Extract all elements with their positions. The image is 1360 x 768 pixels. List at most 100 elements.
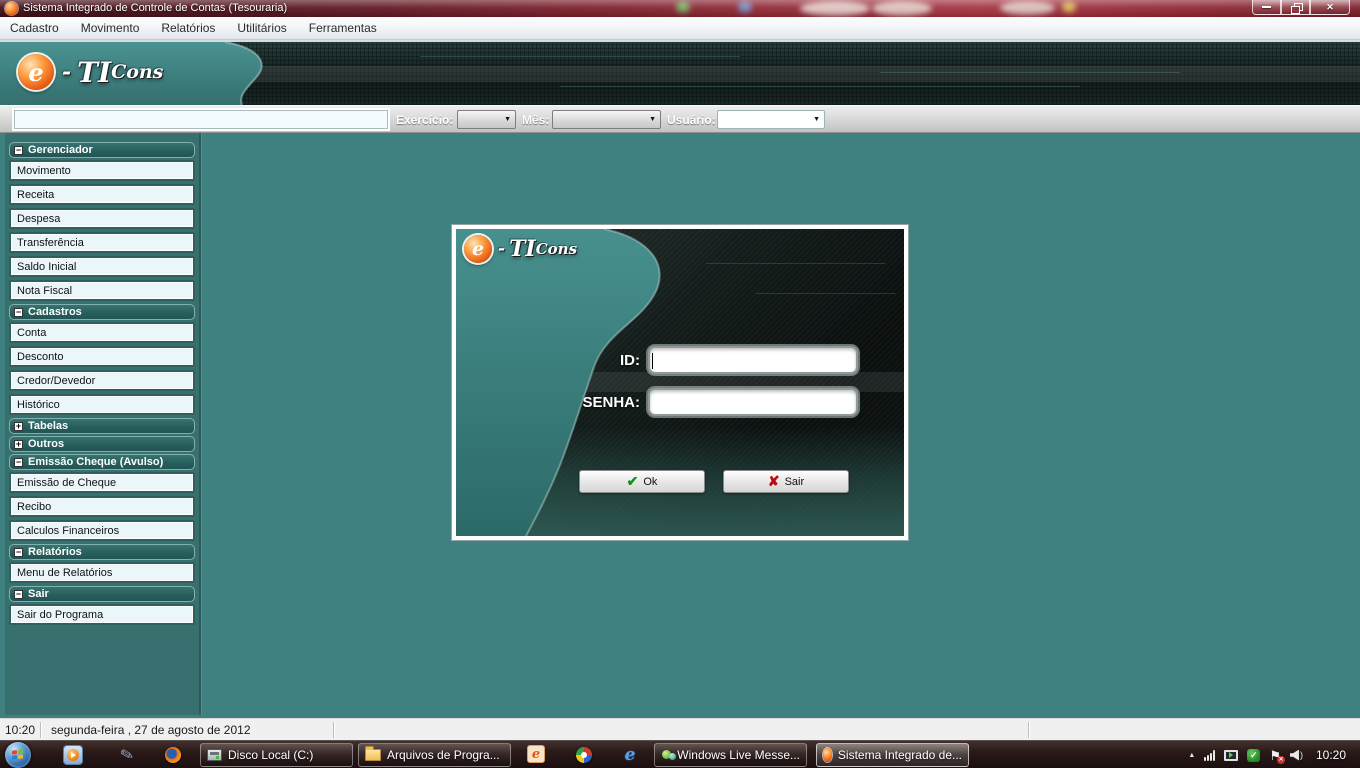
exercicio-select[interactable]: ▼	[457, 110, 516, 129]
sidebar-item-desconto[interactable]: Desconto	[9, 346, 195, 367]
collapse-icon[interactable]: −	[14, 590, 23, 599]
internet-explorer-icon[interactable]: e	[621, 746, 639, 764]
circuit-line	[420, 56, 740, 57]
firefox-icon[interactable]	[164, 746, 182, 764]
menu-movimento[interactable]: Movimento	[70, 17, 151, 39]
sidebar-item-transferencia[interactable]: Transferência	[9, 232, 195, 253]
sidebar-section-cadastros[interactable]: − Cadastros	[9, 304, 195, 320]
collapse-icon[interactable]: −	[14, 458, 23, 467]
sidebar-item-credor-devedor[interactable]: Credor/Devedor	[9, 370, 195, 391]
sidebar-section-tabelas[interactable]: + Tabelas	[9, 418, 195, 434]
logo-e-icon: e	[18, 54, 54, 90]
main-area: − Gerenciador Movimento Receita Despesa …	[0, 133, 1360, 718]
taskbar-button-disco-local[interactable]: Disco Local (C:)	[200, 743, 353, 767]
menu-utilitarios[interactable]: Utilitários	[226, 17, 297, 39]
collapse-icon[interactable]: −	[14, 308, 23, 317]
start-button[interactable]	[5, 742, 31, 768]
sidebar-item-saldo-inicial[interactable]: Saldo Inicial	[9, 256, 195, 277]
menu-relatorios[interactable]: Relatórios	[150, 17, 226, 39]
drive-icon	[207, 749, 222, 761]
firefox-glyph	[165, 747, 181, 763]
alert-badge: ✕	[1277, 756, 1285, 764]
sidebar-section-gerenciador[interactable]: − Gerenciador	[9, 142, 195, 158]
volume-icon[interactable]: )	[1290, 750, 1303, 761]
ok-button[interactable]: ✔ Ok	[579, 470, 705, 493]
sidebar-item-receita[interactable]: Receita	[9, 184, 195, 205]
menu-ferramentas[interactable]: Ferramentas	[298, 17, 388, 39]
title-bar: Sistema Integrado de Controle de Contas …	[0, 0, 1360, 17]
taskbar-button-messenger[interactable]: Windows Live Messe...	[654, 743, 807, 767]
mes-select[interactable]: ▼	[552, 110, 661, 129]
taskbar-button-label: Arquivos de Progra...	[387, 748, 500, 762]
sair-button[interactable]: ✘ Sair	[723, 470, 849, 493]
sidebar-item-conta[interactable]: Conta	[9, 322, 195, 343]
eticons-logo: e - TI Cons	[464, 235, 577, 263]
check-icon: ✔	[627, 473, 639, 490]
app-icon	[5, 2, 18, 15]
senha-field[interactable]	[648, 388, 858, 416]
circuit-line	[756, 293, 896, 294]
pen-tool-icon[interactable]: ✎	[116, 744, 138, 766]
exercicio-label: Exercício:	[396, 113, 453, 127]
section-label: Gerenciador	[28, 144, 93, 156]
minimize-button[interactable]	[1252, 0, 1281, 15]
sidebar-item-despesa[interactable]: Despesa	[9, 208, 195, 229]
login-dialog: e - TI Cons ID: SENHA: ✔ Ok ✘ Sair	[451, 224, 909, 541]
expand-icon[interactable]: +	[14, 422, 23, 431]
sidebar-item-nota-fiscal[interactable]: Nota Fiscal	[9, 280, 195, 301]
swirl-glyph	[576, 747, 592, 763]
sidebar-section-emissao-cheque[interactable]: − Emissão Cheque (Avulso)	[9, 454, 195, 470]
app-icon	[823, 748, 832, 762]
security-check-icon[interactable]: ✓	[1247, 749, 1260, 762]
restore-button[interactable]	[1281, 0, 1310, 15]
logo-cons: Cons	[536, 240, 577, 258]
media-player-icon[interactable]	[64, 746, 82, 764]
senha-label: SENHA:	[476, 394, 640, 411]
show-hidden-icons-button[interactable]: ▲	[1188, 752, 1195, 759]
sidebar-item-movimento[interactable]: Movimento	[9, 160, 195, 181]
mes-label: Mês:	[522, 113, 549, 127]
taskbar-button-arquivos[interactable]: Arquivos de Progra...	[358, 743, 511, 767]
swirl-app-icon[interactable]	[575, 746, 593, 764]
taskbar-button-label: Disco Local (C:)	[228, 748, 313, 762]
logo-e-icon: e	[464, 235, 492, 263]
section-label: Outros	[28, 438, 64, 450]
sidebar-item-historico[interactable]: Histórico	[9, 394, 195, 415]
collapse-icon[interactable]: −	[14, 146, 23, 155]
restore-icon	[1291, 3, 1301, 12]
menu-cadastro[interactable]: Cadastro	[0, 17, 70, 39]
taskbar-button-label: Sistema Integrado de...	[838, 748, 962, 762]
id-field[interactable]	[648, 346, 858, 374]
toolbar-textbox[interactable]	[14, 110, 388, 129]
window-title: Sistema Integrado de Controle de Contas …	[23, 2, 287, 14]
close-button[interactable]: ✕	[1310, 0, 1350, 15]
taskbar-clock[interactable]: 10:20	[1316, 748, 1346, 762]
collapse-icon[interactable]: −	[14, 548, 23, 557]
sidebar-item-emissao-de-cheque[interactable]: Emissão de Cheque	[9, 472, 195, 493]
status-time: 10:20	[0, 723, 40, 737]
text-cursor	[652, 353, 653, 369]
sidebar-section-outros[interactable]: + Outros	[9, 436, 195, 452]
x-mark-icon: ✘	[768, 473, 780, 490]
chevron-down-icon: ▼	[813, 116, 820, 123]
sidebar-item-calculos-financeiros[interactable]: Calculos Financeiros	[9, 520, 195, 541]
sidebar-item-menu-de-relatorios[interactable]: Menu de Relatórios	[9, 562, 195, 583]
sidebar-section-sair[interactable]: − Sair	[9, 586, 195, 602]
display-media-icon[interactable]	[1224, 750, 1238, 761]
brand-banner: e - TI Cons	[0, 40, 1360, 105]
sidebar-section-relatorios[interactable]: − Relatórios	[9, 544, 195, 560]
action-center-icon[interactable]: ⚑✕	[1269, 749, 1281, 762]
window-controls: ✕	[1252, 0, 1350, 15]
expand-icon[interactable]: +	[14, 440, 23, 449]
circuit-line	[560, 86, 1080, 87]
taskbar-button-sistema[interactable]: Sistema Integrado de...	[816, 743, 969, 767]
sidebar-item-sair-do-programa[interactable]: Sair do Programa	[9, 604, 195, 625]
status-separator	[333, 722, 334, 738]
usuario-select[interactable]: ▼	[717, 110, 825, 129]
circuit-line	[880, 72, 1180, 73]
logo-ti: TI	[77, 56, 111, 89]
sidebar-item-recibo[interactable]: Recibo	[9, 496, 195, 517]
network-signal-icon[interactable]	[1204, 750, 1215, 761]
minimize-icon	[1262, 6, 1271, 8]
eticons-tray-icon[interactable]: e	[528, 746, 544, 762]
